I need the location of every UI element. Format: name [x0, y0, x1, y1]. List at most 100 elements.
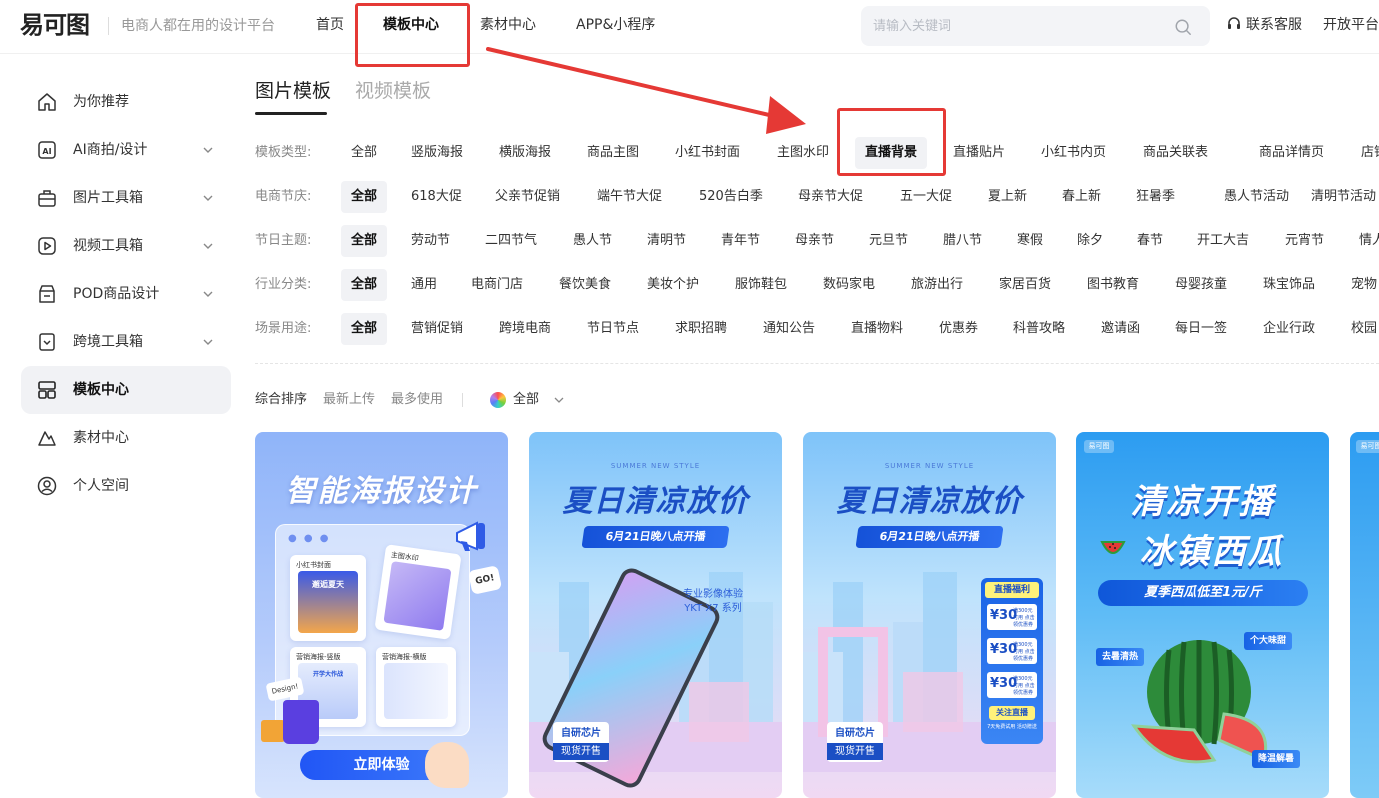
- filter-option[interactable]: 五一大促: [900, 181, 952, 213]
- filter-option[interactable]: 母亲节: [795, 225, 834, 257]
- filter-option[interactable]: 618大促: [411, 181, 462, 213]
- filter-option[interactable]: 劳动节: [411, 225, 450, 257]
- filter-option[interactable]: 母亲节大促: [798, 181, 863, 213]
- filter-option[interactable]: 直播贴片: [953, 137, 1005, 169]
- chevron-down-icon[interactable]: [201, 335, 215, 349]
- filter-option[interactable]: 餐饮美食: [559, 269, 611, 301]
- filter-option[interactable]: 节日节点: [587, 313, 639, 345]
- nav-app-miniprogram[interactable]: APP&小程序: [576, 15, 655, 35]
- filter-option[interactable]: 跨境电商: [499, 313, 551, 345]
- chevron-down-icon[interactable]: [553, 394, 565, 406]
- filter-option[interactable]: 通用: [411, 269, 437, 301]
- color-filter-label[interactable]: 全部: [513, 391, 539, 409]
- filter-option[interactable]: 主图水印: [777, 137, 829, 169]
- filter-option-all[interactable]: 全部: [341, 225, 388, 257]
- filter-option[interactable]: 夏上新: [988, 181, 1027, 213]
- filter-option[interactable]: 小红书内页: [1041, 137, 1106, 169]
- open-platform-link[interactable]: 开放平台: [1323, 15, 1379, 35]
- sort-option-latest[interactable]: 最新上传: [323, 391, 375, 409]
- site-logo[interactable]: 易可图: [20, 11, 98, 39]
- filter-option[interactable]: 珠宝饰品: [1263, 269, 1315, 301]
- filter-option[interactable]: 商品主图: [587, 137, 639, 169]
- filter-option[interactable]: 宠物: [1351, 269, 1377, 301]
- filter-option[interactable]: 邀请函: [1101, 313, 1140, 345]
- filter-option[interactable]: 青年节: [721, 225, 760, 257]
- chevron-down-icon[interactable]: [201, 287, 215, 301]
- filter-option[interactable]: 企业行政: [1263, 313, 1315, 345]
- filter-option-all[interactable]: 全部: [341, 313, 388, 345]
- filter-option-all[interactable]: 全部: [341, 269, 388, 301]
- filter-option[interactable]: 竖版海报: [411, 137, 463, 169]
- filter-option[interactable]: 愚人节活动: [1224, 181, 1289, 213]
- filter-option[interactable]: 图书教育: [1087, 269, 1139, 301]
- filter-option[interactable]: 营销促销: [411, 313, 463, 345]
- template-card[interactable]: 易可图 清凉开播 冰镇西瓜 夏季西瓜低至1元/斤 去暑清热 个大味甜 降温解暑: [1076, 432, 1329, 798]
- sidebar-item-material-center[interactable]: 素材中心: [21, 414, 231, 462]
- nav-material-center[interactable]: 素材中心: [480, 15, 536, 35]
- filter-option[interactable]: 校园: [1351, 313, 1377, 345]
- tab-image-templates[interactable]: 图片模板: [255, 78, 331, 104]
- sidebar-item-pod-design[interactable]: POD商品设计: [21, 270, 231, 318]
- color-wheel-icon[interactable]: [490, 392, 506, 408]
- filter-option[interactable]: 商品关联表: [1143, 137, 1208, 169]
- sidebar-item-template-center[interactable]: 模板中心: [21, 366, 231, 414]
- sidebar-item-recommend[interactable]: 为你推荐: [21, 78, 231, 126]
- sidebar-item-crossborder[interactable]: 跨境工具箱: [21, 318, 231, 366]
- chevron-down-icon[interactable]: [201, 143, 215, 157]
- chevron-down-icon[interactable]: [201, 191, 215, 205]
- filter-option[interactable]: 狂暑季: [1136, 181, 1175, 213]
- nav-home[interactable]: 首页: [316, 15, 344, 35]
- filter-option[interactable]: 服饰鞋包: [735, 269, 787, 301]
- search-input[interactable]: [873, 16, 1163, 36]
- filter-option[interactable]: 每日一签: [1175, 313, 1227, 345]
- filter-option[interactable]: 科普攻略: [1013, 313, 1065, 345]
- template-card[interactable]: 智能海报设计 ● ● ● 小红书封面 邂逅夏天 主图水印 营销海报-竖版 开学大…: [255, 432, 508, 798]
- filter-option[interactable]: 通知公告: [763, 313, 815, 345]
- filter-option[interactable]: 小红书封面: [675, 137, 740, 169]
- template-card[interactable]: SUMMER NEW STYLE 夏日清凉放价 6月21日晚八点开播 专业影像体…: [529, 432, 782, 798]
- filter-option[interactable]: 商品详情页: [1259, 137, 1324, 169]
- filter-option[interactable]: 店铺: [1361, 137, 1379, 169]
- tab-video-templates[interactable]: 视频模板: [355, 78, 431, 104]
- filter-option[interactable]: 全部: [351, 137, 377, 169]
- sidebar-item-ai-design[interactable]: AI AI商拍/设计: [21, 126, 231, 174]
- filter-option[interactable]: 情人: [1359, 225, 1379, 257]
- sidebar-item-video-toolbox[interactable]: 视频工具箱: [21, 222, 231, 270]
- filter-option[interactable]: 春节: [1137, 225, 1163, 257]
- filter-option[interactable]: 端午节大促: [597, 181, 662, 213]
- template-card[interactable]: SUMMER NEW STYLE 夏日清凉放价 6月21日晚八点开播 直播福利 …: [803, 432, 1056, 798]
- filter-option[interactable]: 除夕: [1077, 225, 1103, 257]
- filter-option[interactable]: 电商门店: [471, 269, 523, 301]
- filter-option[interactable]: 清明节: [647, 225, 686, 257]
- chevron-down-icon[interactable]: [201, 239, 215, 253]
- filter-option[interactable]: 愚人节: [573, 225, 612, 257]
- search-box[interactable]: [861, 6, 1210, 46]
- filter-option[interactable]: 母婴孩童: [1175, 269, 1227, 301]
- template-card[interactable]: 易可图: [1350, 432, 1379, 798]
- filter-option[interactable]: 横版海报: [499, 137, 551, 169]
- filter-option[interactable]: 求职招聘: [675, 313, 727, 345]
- search-icon[interactable]: [1174, 18, 1192, 36]
- filter-option[interactable]: 元旦节: [869, 225, 908, 257]
- filter-option[interactable]: 旅游出行: [911, 269, 963, 301]
- filter-option[interactable]: 数码家电: [823, 269, 875, 301]
- filter-option[interactable]: 开工大吉: [1197, 225, 1249, 257]
- filter-option[interactable]: 家居百货: [999, 269, 1051, 301]
- contact-service-link[interactable]: 联系客服: [1226, 15, 1302, 35]
- filter-option[interactable]: 父亲节促销: [495, 181, 560, 213]
- filter-option[interactable]: 腊八节: [943, 225, 982, 257]
- filter-option[interactable]: 520告白季: [699, 181, 763, 213]
- filter-option[interactable]: 寒假: [1017, 225, 1043, 257]
- filter-option[interactable]: 直播物料: [851, 313, 903, 345]
- sort-option-overall[interactable]: 综合排序: [255, 391, 307, 409]
- filter-option[interactable]: 清明节活动: [1311, 181, 1376, 213]
- filter-option[interactable]: 美妆个护: [647, 269, 699, 301]
- sort-option-most-used[interactable]: 最多使用: [391, 391, 443, 409]
- filter-option[interactable]: 二四节气: [485, 225, 537, 257]
- sidebar-item-image-toolbox[interactable]: 图片工具箱: [21, 174, 231, 222]
- filter-option[interactable]: 元宵节: [1285, 225, 1324, 257]
- sidebar-item-personal-space[interactable]: 个人空间: [21, 462, 231, 510]
- filter-option-all[interactable]: 全部: [341, 181, 388, 213]
- filter-option[interactable]: 春上新: [1062, 181, 1101, 213]
- filter-option[interactable]: 优惠券: [939, 313, 978, 345]
